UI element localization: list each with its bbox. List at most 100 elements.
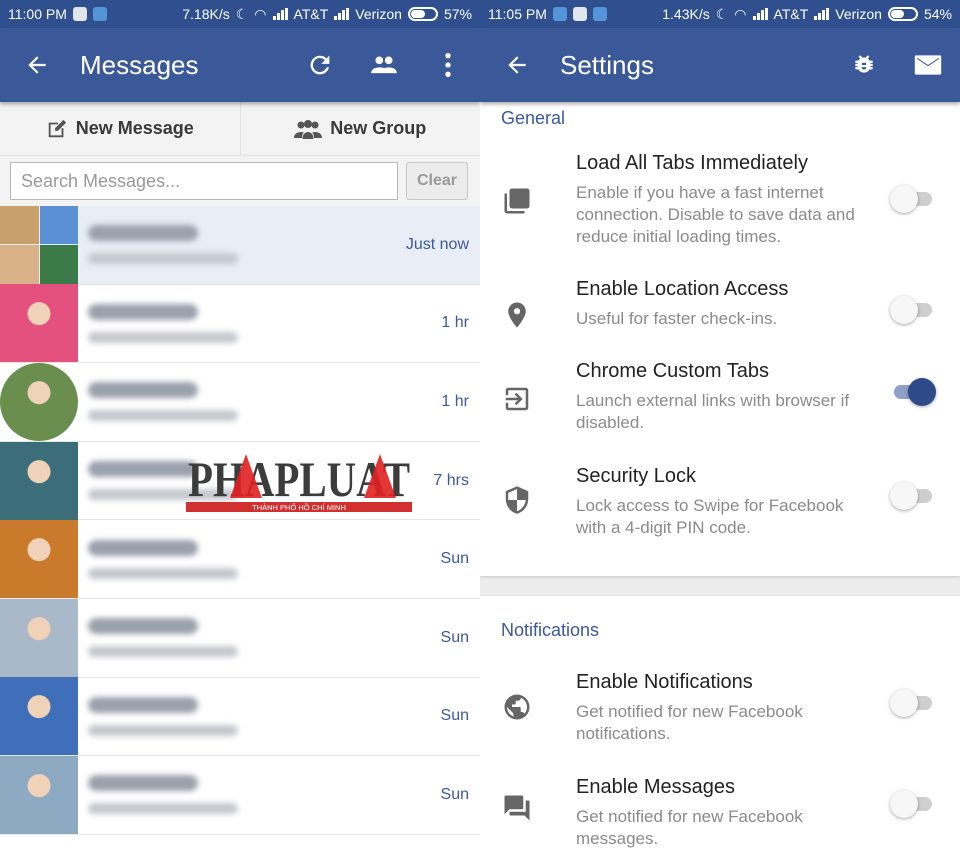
new-message-button[interactable]: New Message [0, 102, 241, 155]
setting-title: Enable Notifications [576, 671, 753, 693]
blurred-name [88, 303, 198, 320]
signal-icon [752, 8, 768, 20]
status-time: 11:00 PM [8, 6, 67, 22]
mail-button[interactable] [896, 53, 960, 77]
mail-icon [914, 55, 942, 75]
refresh-icon [310, 55, 330, 75]
search-bar: Clear [0, 156, 480, 206]
setting-title: Load All Tabs Immediately [576, 152, 808, 174]
blurred-snippet [88, 803, 238, 815]
setting-row[interactable]: Enable Messages Get notified for new Face… [480, 776, 960, 853]
setting-row[interactable]: Enable Location Access Useful for faster … [480, 278, 960, 348]
conversation-time: Sun [440, 707, 469, 725]
blurred-name [88, 382, 198, 399]
status-time: 11:05 PM [488, 6, 547, 22]
setting-toggle[interactable] [890, 295, 936, 325]
refresh-button[interactable] [288, 51, 352, 79]
avatar [0, 677, 78, 756]
notifications-section: Notifications Enable Notifications Get no… [480, 596, 960, 853]
dnd-icon: ☾ [715, 5, 729, 22]
conversation-row[interactable]: 1 hr [0, 284, 480, 364]
conversation-preview [78, 618, 390, 658]
avatar [0, 284, 78, 363]
conversation-row[interactable]: Sun [0, 598, 480, 678]
conversation-time: Sun [440, 550, 469, 568]
status-bar: 11:05 PM 1.43K/s ☾ ◠ AT&T Verizon 54% [480, 0, 960, 28]
avatar [0, 598, 78, 677]
battery-icon [887, 7, 918, 21]
exit-to-app-icon [502, 384, 532, 414]
blurred-snippet [88, 724, 238, 736]
setting-toggle[interactable] [890, 688, 936, 718]
people-button[interactable] [352, 51, 416, 79]
conversation-row[interactable]: Just now [0, 205, 480, 285]
setting-row[interactable]: Security Lock Lock access to Swipe for Fa… [480, 465, 960, 545]
watermark-tagline: THÀNH PHỐ HỒ CHÍ MINH [252, 502, 346, 512]
blurred-snippet [88, 410, 238, 422]
bug-report-button[interactable] [832, 51, 896, 79]
blurred-name [88, 225, 198, 242]
setting-description: Lock access to Swipe for Facebook with a… [576, 496, 844, 537]
setting-toggle[interactable] [890, 481, 936, 511]
battery-level: 54% [923, 6, 952, 22]
layers-icon [502, 186, 532, 216]
clear-button[interactable]: Clear [406, 162, 468, 200]
app-bar: Settings [480, 28, 960, 102]
blurred-snippet [88, 331, 238, 343]
carrier-2: Verizon [835, 6, 882, 22]
status-bar: 11:00 PM 7.18K/s ☾ ◠ AT&T Verizon 57% [0, 0, 480, 28]
setting-row[interactable]: Enable Notifications Get notified for new… [480, 671, 960, 751]
setting-toggle[interactable] [890, 377, 936, 407]
people-icon [371, 56, 397, 74]
conversation-row[interactable]: Sun [0, 520, 480, 599]
blurred-snippet [88, 646, 238, 658]
setting-row[interactable]: Load All Tabs Immediately Enable if you h… [480, 152, 960, 272]
conversation-preview [78, 303, 390, 343]
blurred-snippet [88, 253, 238, 265]
app-bar: Messages [0, 28, 480, 102]
back-button[interactable] [0, 52, 74, 78]
conversation-row[interactable]: 1 hr [0, 362, 480, 442]
settings-screen: 11:05 PM 1.43K/s ☾ ◠ AT&T Verizon 54% Se… [480, 0, 960, 853]
battery-icon [407, 7, 438, 21]
setting-title: Enable Messages [576, 776, 735, 798]
conversation-row[interactable]: Sun [0, 755, 480, 835]
conversation-list: Just now 1 hr 1 hr 7 hrs Sun Sun Sun Sun [0, 205, 480, 835]
messenger-notification-icon [552, 7, 567, 21]
new-message-label: New Message [75, 118, 194, 138]
section-label-general: General [501, 108, 566, 128]
signal-icon [334, 8, 350, 20]
conversation-time: Sun [440, 628, 469, 646]
avatar [0, 441, 78, 520]
blurred-name [88, 696, 198, 713]
new-group-button[interactable]: New Group [241, 102, 481, 155]
arrow-left-icon [28, 56, 46, 74]
new-group-label: New Group [330, 118, 427, 138]
setting-toggle[interactable] [890, 184, 936, 214]
setting-description: Get notified for new Facebook notificati… [576, 702, 803, 743]
signal-icon [272, 8, 288, 20]
setting-row[interactable]: Chrome Custom Tabs Launch external links … [480, 360, 960, 440]
blurred-name [88, 775, 198, 792]
more-button[interactable] [416, 51, 480, 79]
avatar [0, 205, 78, 284]
page-title: Messages [80, 49, 199, 80]
blurred-name [88, 539, 198, 556]
avatar [0, 755, 78, 834]
conversation-time: 1 hr [441, 314, 469, 332]
blurred-snippet [88, 567, 238, 579]
avatar [0, 520, 78, 599]
app-notification-icon [592, 7, 607, 21]
group-icon [294, 119, 323, 139]
location-pin-icon [502, 300, 532, 330]
chat-icon [502, 793, 532, 823]
shield-icon [502, 485, 532, 515]
conversation-time: Just now [405, 235, 469, 253]
search-input[interactable] [10, 162, 398, 200]
network-speed: 1.43K/s [662, 6, 710, 22]
conversation-preview [78, 696, 390, 736]
conversation-row[interactable]: Sun [0, 677, 480, 757]
setting-title: Enable Location Access [576, 278, 789, 300]
back-button[interactable] [480, 52, 554, 78]
setting-toggle[interactable] [890, 789, 936, 819]
